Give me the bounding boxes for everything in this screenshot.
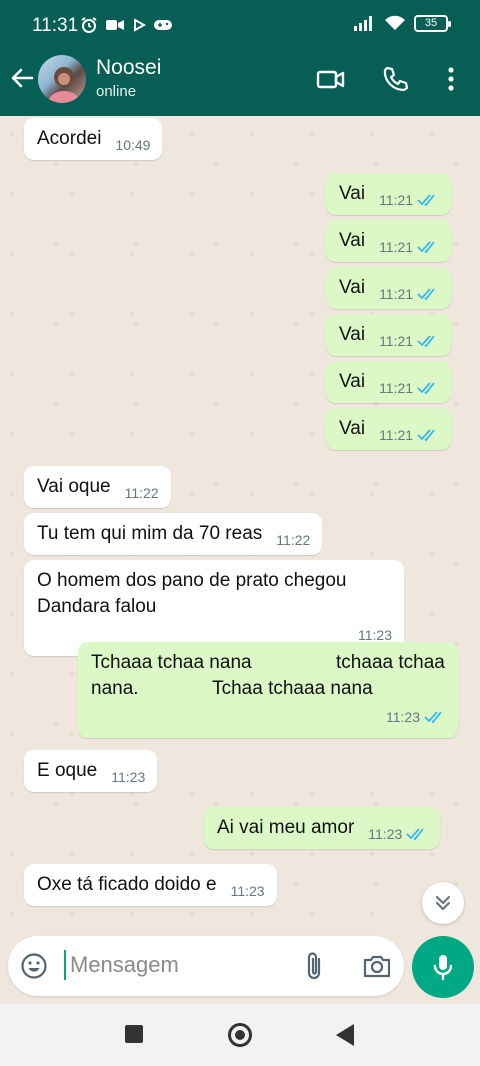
message-meta: 11:23 xyxy=(231,878,265,904)
message-incoming[interactable]: Tu tem qui mim da 70 reas 11:22 xyxy=(24,513,323,555)
message-time: 11:21 xyxy=(379,380,414,396)
video-record-icon xyxy=(106,20,124,30)
message-text: Oxe tá ficado doido e xyxy=(37,874,217,895)
message-input-container[interactable]: Mensagem xyxy=(8,936,404,996)
message-text: Vai xyxy=(339,183,366,204)
wifi-icon xyxy=(385,15,405,30)
message-incoming[interactable]: E oque 11:23 xyxy=(24,750,158,792)
message-time: 11:21 xyxy=(379,333,414,349)
message-incoming[interactable]: Vai oque 11:22 xyxy=(24,466,171,508)
message-meta: 11:23 xyxy=(368,821,428,847)
message-outgoing[interactable]: Vai 11:21 xyxy=(326,220,452,262)
status-time: 11:31 xyxy=(32,15,79,36)
scroll-to-bottom-button[interactable] xyxy=(422,882,464,924)
message-meta: 11:21 xyxy=(379,187,439,213)
message-time: 11:21 xyxy=(379,192,414,208)
read-ticks-icon xyxy=(417,241,435,254)
play-icon xyxy=(134,18,146,32)
read-ticks-icon xyxy=(417,288,435,301)
message-meta: 11:22 xyxy=(276,527,310,553)
message-outgoing[interactable]: Ai vai meu amor 11:23 xyxy=(204,807,441,849)
battery-level: 35 xyxy=(424,16,438,29)
system-navigation-bar xyxy=(0,1004,480,1066)
read-ticks-icon xyxy=(417,194,435,207)
contact-status: online xyxy=(96,83,137,100)
message-text: Tu tem qui mim da 70 reas xyxy=(37,523,263,544)
message-composer: Mensagem xyxy=(0,934,480,1004)
camera-icon[interactable] xyxy=(362,952,392,980)
message-meta: 11:23 xyxy=(111,764,145,790)
message-text: Ai vai meu amor xyxy=(217,817,355,838)
text-caret xyxy=(64,950,66,980)
battery-icon: 35 xyxy=(414,14,451,32)
message-input[interactable]: Mensagem xyxy=(70,952,179,978)
message-time: 11:23 xyxy=(368,826,403,842)
message-time: 11:21 xyxy=(379,286,414,302)
microphone-icon xyxy=(433,955,453,981)
message-time: 11:23 xyxy=(230,883,265,899)
message-incoming[interactable]: Oxe tá ficado doido e 11:23 xyxy=(24,864,277,906)
status-left-icons xyxy=(80,16,172,34)
message-meta: 11:23 xyxy=(91,704,446,730)
message-meta: 10:49 xyxy=(115,132,150,158)
message-outgoing[interactable]: Vai 11:21 xyxy=(326,173,452,215)
message-time: 11:21 xyxy=(379,239,414,255)
alarm-icon xyxy=(81,17,97,33)
system-back-button[interactable] xyxy=(336,1024,354,1046)
message-text: Vai xyxy=(339,371,366,392)
read-ticks-icon xyxy=(417,335,435,348)
chat-messages[interactable]: Acordei 10:49 Vai 11:21 Vai 11:21 Vai 11:21 … xyxy=(0,116,480,934)
more-options-icon[interactable] xyxy=(436,64,466,94)
chat-header: Noosei online xyxy=(0,52,480,116)
gamepad-icon xyxy=(154,20,172,30)
signal-icon xyxy=(354,16,372,31)
message-text: Acordei xyxy=(37,128,102,149)
message-time: 11:23 xyxy=(386,709,420,725)
message-time: 11:21 xyxy=(379,427,414,443)
read-ticks-icon xyxy=(417,429,435,442)
video-call-icon[interactable] xyxy=(316,64,346,94)
message-text: Vai xyxy=(339,418,366,439)
message-time: 11:22 xyxy=(124,485,159,501)
message-meta: 11:21 xyxy=(379,281,439,307)
back-arrow-icon[interactable] xyxy=(8,64,36,92)
avatar[interactable] xyxy=(38,55,86,103)
message-outgoing[interactable]: Vai 11:21 xyxy=(326,361,452,403)
message-text: E oque xyxy=(37,760,98,781)
voice-message-button[interactable] xyxy=(412,936,474,998)
double-chevron-down-icon xyxy=(435,895,451,911)
message-text: Vai xyxy=(339,324,366,345)
message-meta: 11:21 xyxy=(379,328,439,354)
phone-call-icon[interactable] xyxy=(380,64,410,94)
message-outgoing[interactable]: Tchaaa tchaa nana tchaaa tchaa nana. Tch… xyxy=(78,642,458,738)
message-incoming[interactable]: Acordei 10:49 xyxy=(24,118,163,160)
read-ticks-icon xyxy=(417,382,435,395)
read-ticks-icon xyxy=(406,828,424,841)
message-outgoing[interactable]: Vai 11:21 xyxy=(326,267,452,309)
contact-name[interactable]: Noosei xyxy=(96,56,161,80)
message-time: 11:23 xyxy=(111,769,146,785)
message-text: Vai xyxy=(339,230,366,251)
message-text: Vai xyxy=(339,277,366,298)
message-outgoing[interactable]: Vai 11:21 xyxy=(326,408,452,450)
message-time: 11:22 xyxy=(276,532,311,548)
message-text: Tchaaa tchaa nana tchaaa tchaa nana. Tch… xyxy=(91,652,451,699)
recents-button[interactable] xyxy=(125,1025,143,1043)
message-meta: 11:21 xyxy=(379,234,439,260)
home-button[interactable] xyxy=(228,1023,252,1047)
message-outgoing[interactable]: Vai 11:21 xyxy=(326,314,452,356)
message-text: O homem dos pano de prato chegou Dandara… xyxy=(37,570,352,617)
message-meta: 11:21 xyxy=(379,375,439,401)
message-meta: 11:21 xyxy=(379,422,439,448)
emoji-icon[interactable] xyxy=(20,952,48,980)
read-ticks-icon xyxy=(424,711,442,724)
message-time: 10:49 xyxy=(115,137,151,153)
message-text: Vai oque xyxy=(37,476,111,497)
attach-icon[interactable] xyxy=(302,950,326,982)
message-meta: 11:22 xyxy=(125,480,159,506)
status-right-icons: 35 xyxy=(354,14,451,32)
status-bar: 11:31 35 xyxy=(0,0,480,52)
